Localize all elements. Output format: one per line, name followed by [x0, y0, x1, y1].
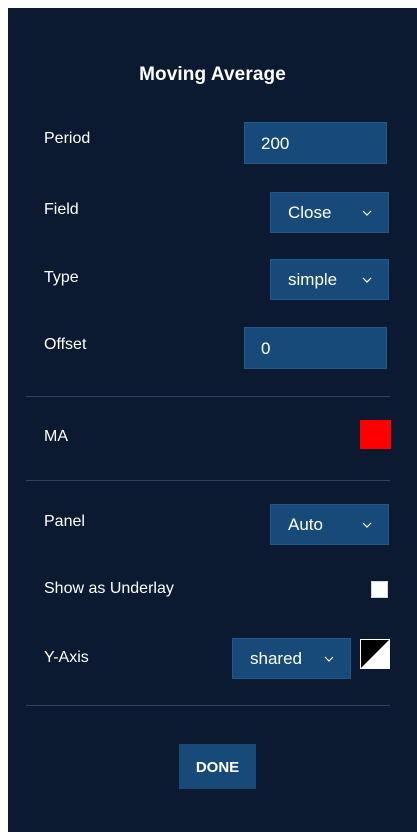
chevron-down-icon [324, 656, 334, 662]
yaxis-select[interactable]: shared [232, 638, 351, 679]
moving-average-dialog: Moving Average Period 200 Field Close Ty… [8, 8, 417, 832]
type-select[interactable]: simple [270, 259, 389, 300]
dialog-title: Moving Average [139, 64, 286, 85]
underlay-checkbox[interactable] [371, 581, 388, 598]
diagonal-color-swatch-icon[interactable] [360, 639, 390, 669]
divider [26, 480, 390, 481]
ma-color-swatch[interactable] [360, 420, 391, 449]
chevron-down-icon [362, 210, 372, 216]
underlay-label: Show as Underlay [44, 580, 174, 597]
field-label: Field [44, 201, 79, 218]
type-label: Type [44, 269, 79, 286]
period-input[interactable]: 200 [244, 122, 387, 164]
divider [26, 705, 390, 706]
offset-label: Offset [44, 336, 87, 353]
ma-label: MA [44, 428, 68, 445]
period-label: Period [44, 130, 91, 147]
yaxis-label: Y-Axis [44, 649, 89, 666]
done-button[interactable]: DONE [179, 744, 256, 789]
chevron-down-icon [362, 522, 372, 528]
field-select-value: Close [288, 203, 332, 222]
panel-select[interactable]: Auto [270, 504, 389, 545]
panel-select-value: Auto [288, 515, 323, 534]
field-select[interactable]: Close [270, 192, 389, 233]
offset-input[interactable]: 0 [244, 327, 387, 369]
chevron-down-icon [362, 277, 372, 283]
panel-label: Panel [44, 513, 85, 530]
yaxis-select-value: shared [250, 649, 302, 668]
type-select-value: simple [288, 270, 338, 289]
divider [26, 396, 390, 397]
